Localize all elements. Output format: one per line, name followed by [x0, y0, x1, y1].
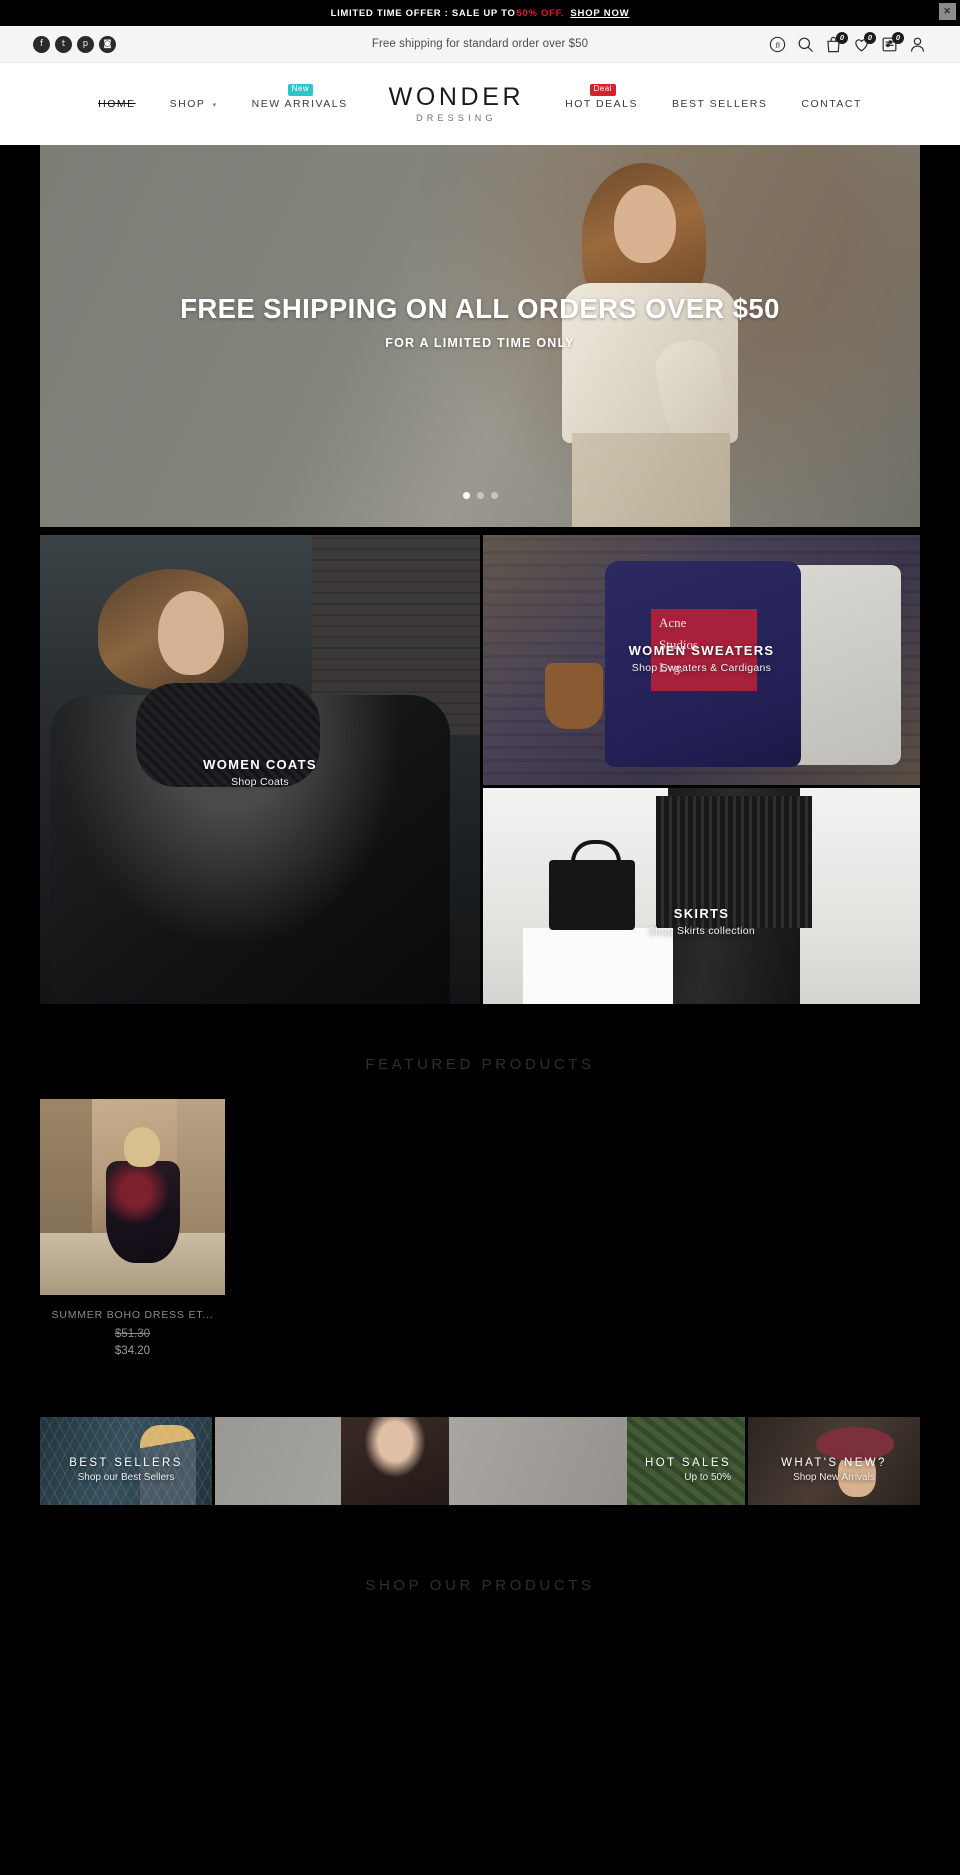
sweater-print-line1: Acne	[659, 615, 687, 630]
category-card-women-sweaters[interactable]: Acne Studios Lvg. WOMEN SWEATERS Shop Sw…	[483, 535, 920, 785]
category-grid-right: Acne Studios Lvg. WOMEN SWEATERS Shop Sw…	[483, 535, 920, 1004]
shop-our-products-section: SHOP OUR PRODUCTS	[0, 1505, 960, 1620]
nav-item-contact-label: CONTACT	[801, 98, 862, 110]
nav-item-hot-deals[interactable]: Deal HOT DEALS	[548, 84, 655, 110]
hero-dot-1[interactable]	[462, 492, 470, 499]
hero-slider-dots	[40, 492, 920, 499]
site-logo-main: WONDER	[388, 83, 525, 111]
nav-item-new-arrivals[interactable]: New NEW ARRIVALS	[235, 84, 365, 110]
featured-products-heading: FEATURED PRODUCTS	[365, 1056, 595, 1073]
nav-item-new-arrivals-label: NEW ARRIVALS	[251, 98, 348, 110]
hero-dot-3[interactable]	[490, 492, 498, 499]
product-card[interactable]: SUMMER BOHO DRESS ET... $51.30 $34.20	[40, 1099, 225, 1357]
utility-icon-group: B 0 0 0	[768, 31, 927, 54]
product-image[interactable]	[40, 1099, 225, 1295]
compare-count-badge: 0	[892, 31, 904, 44]
wishlist-count-badge: 0	[864, 31, 876, 44]
promo-tile-overlay-best-sellers: BEST SELLERS Shop our Best Sellers	[40, 1457, 212, 1483]
social-links: f t p ◙	[33, 35, 116, 53]
promo-tile-hot-sales[interactable]: HOT SALES Up to 50%	[215, 1417, 745, 1505]
search-icon[interactable]	[796, 35, 815, 54]
site-logo[interactable]: WONDER DRESSING	[365, 85, 548, 123]
nav-item-shop[interactable]: SHOP ▾	[153, 98, 235, 110]
product-list: SUMMER BOHO DRESS ET... $51.30 $34.20	[40, 1099, 920, 1357]
product-price-sale: $34.20	[114, 1345, 151, 1357]
promo-tile-title-hot-sales: HOT SALES	[645, 1457, 731, 1469]
currency-icon[interactable]: B	[768, 35, 787, 54]
hero-slider[interactable]: FREE SHIPPING ON ALL ORDERS OVER $50 FOR…	[40, 145, 920, 527]
category-subtitle-skirts: Shop Skirts collection	[648, 925, 755, 937]
category-title-women-sweaters: WOMEN SWEATERS	[628, 643, 775, 658]
promo-tile-overlay-whats-new: WHAT'S NEW? Shop New Arrivals	[748, 1457, 920, 1483]
announcement-shop-now-link[interactable]: SHOP NOW	[570, 8, 629, 19]
product-price-original: $51.30	[114, 1328, 151, 1340]
category-title-women-coats: WOMEN COATS	[203, 757, 317, 772]
hero-dot-2[interactable]	[476, 492, 484, 499]
utility-bar: f t p ◙ Free shipping for standard order…	[0, 26, 960, 63]
category-grid: WOMEN COATS Shop Coats Acne Studios Lvg.…	[0, 527, 960, 1004]
svg-text:B: B	[775, 41, 780, 49]
category-overlay-women-sweaters: WOMEN SWEATERS Shop Sweaters & Cardigans	[483, 643, 920, 674]
category-title-skirts: SKIRTS	[673, 906, 730, 921]
facebook-icon[interactable]: f	[33, 35, 50, 53]
twitter-icon[interactable]: t	[55, 35, 72, 53]
category-card-women-coats[interactable]: WOMEN COATS Shop Coats	[40, 535, 480, 1004]
shop-our-products-heading: SHOP OUR PRODUCTS	[365, 1577, 595, 1594]
announcement-discount: 50% OFF.	[516, 7, 565, 19]
nav-item-shop-label: SHOP	[169, 98, 206, 110]
featured-products-section: FEATURED PRODUCTS SUMMER BOHO DRESS ET..…	[0, 1004, 960, 1357]
account-icon[interactable]	[908, 35, 927, 54]
wishlist-icon[interactable]: 0	[852, 31, 876, 54]
category-subtitle-women-coats: Shop Coats	[231, 776, 289, 788]
promo-tile-subtitle-hot-sales: Up to 50%	[684, 1472, 731, 1483]
cart-icon[interactable]: 0	[824, 31, 848, 54]
promo-tile-subtitle-best-sellers: Shop our Best Sellers	[77, 1472, 175, 1483]
nav-item-best-sellers-label: BEST SELLERS	[671, 98, 768, 110]
nav-list: HOME SHOP ▾ New NEW ARRIVALS WONDER DRES…	[81, 84, 879, 123]
nav-badge-deal: Deal	[589, 84, 616, 96]
nav-item-hot-deals-label: HOT DEALS	[565, 98, 638, 110]
chevron-down-icon: ▾	[212, 102, 218, 109]
close-icon[interactable]: ✕	[939, 3, 956, 20]
category-overlay-skirts: SKIRTS Shop Skirts collection	[483, 906, 920, 937]
product-title[interactable]: SUMMER BOHO DRESS ET...	[40, 1295, 225, 1321]
announcement-bar: LIMITED TIME OFFER : SALE UP TO 50% OFF.…	[0, 0, 960, 26]
hero-subheadline: FOR A LIMITED TIME ONLY	[385, 336, 575, 350]
promo-tile-title-best-sellers: BEST SELLERS	[69, 1457, 183, 1469]
hero-headline: FREE SHIPPING ON ALL ORDERS OVER $50	[180, 293, 780, 324]
nav-item-contact[interactable]: CONTACT	[784, 98, 878, 110]
promo-tile-overlay-hot-sales: HOT SALES Up to 50%	[215, 1457, 745, 1483]
promo-tile-whats-new[interactable]: WHAT'S NEW? Shop New Arrivals	[748, 1417, 920, 1505]
nav-item-home[interactable]: HOME	[81, 98, 153, 110]
nav-item-best-sellers[interactable]: BEST SELLERS	[655, 98, 784, 110]
promo-tile-best-sellers[interactable]: BEST SELLERS Shop our Best Sellers	[40, 1417, 212, 1505]
pinterest-icon[interactable]: p	[77, 35, 94, 53]
category-overlay-women-coats: WOMEN COATS Shop Coats	[40, 757, 480, 788]
main-navigation: HOME SHOP ▾ New NEW ARRIVALS WONDER DRES…	[0, 63, 960, 145]
nav-badge-new: New	[287, 84, 314, 96]
category-card-skirts[interactable]: SKIRTS Shop Skirts collection	[483, 788, 920, 1004]
promo-tile-subtitle-whats-new: Shop New Arrivals	[793, 1472, 875, 1483]
category-subtitle-women-sweaters: Shop Sweaters & Cardigans	[631, 662, 772, 674]
instagram-icon[interactable]: ◙	[99, 35, 116, 53]
announcement-text: LIMITED TIME OFFER : SALE UP TO	[330, 7, 516, 19]
compare-icon[interactable]: 0	[880, 31, 904, 54]
promo-tiles-row: BEST SELLERS Shop our Best Sellers HOT S…	[0, 1357, 960, 1505]
promo-tile-title-whats-new: WHAT'S NEW?	[781, 1457, 887, 1469]
product-price-group: $51.30 $34.20	[40, 1321, 225, 1357]
hero-section: FREE SHIPPING ON ALL ORDERS OVER $50 FOR…	[0, 145, 960, 527]
nav-item-home-label: HOME	[98, 98, 136, 110]
cart-count-badge: 0	[836, 31, 848, 44]
site-logo-sub: DRESSING	[416, 113, 497, 123]
hero-text-block: FREE SHIPPING ON ALL ORDERS OVER $50 FOR…	[40, 293, 920, 350]
category-grid-left: WOMEN COATS Shop Coats	[40, 535, 480, 1004]
